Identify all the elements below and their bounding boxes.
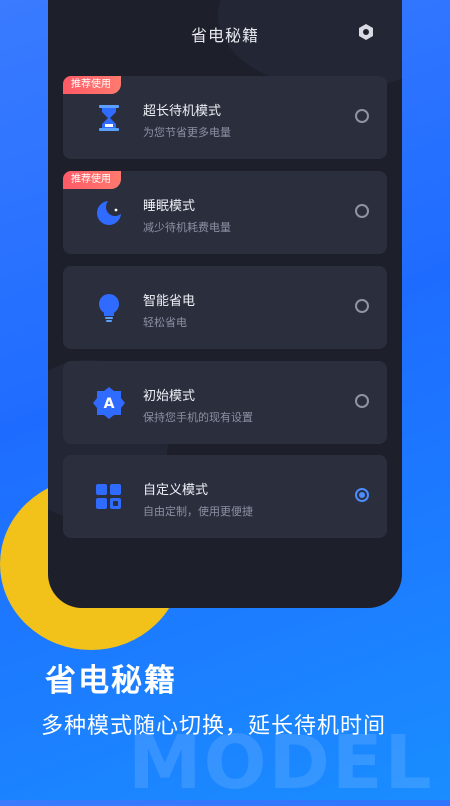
mode-subtitle: 轻松省电 bbox=[143, 316, 187, 329]
mode-card-custom[interactable]: 自定义模式 自由定制，使用更便捷 bbox=[63, 455, 387, 538]
recommend-badge: 推荐使用 bbox=[63, 171, 121, 189]
mode-radio[interactable] bbox=[355, 204, 369, 218]
settings-hexagon-icon[interactable] bbox=[356, 22, 376, 42]
mode-title: 智能省电 bbox=[143, 294, 196, 309]
letter-a-badge-icon: A bbox=[91, 385, 127, 421]
hourglass-icon bbox=[91, 100, 127, 136]
mode-card-sleep[interactable]: 推荐使用 睡眠模式 减少待机耗费电量 bbox=[63, 171, 387, 254]
lightbulb-icon bbox=[91, 290, 127, 326]
mode-radio[interactable] bbox=[355, 394, 369, 408]
mode-radio[interactable] bbox=[355, 299, 369, 313]
recommend-badge: 推荐使用 bbox=[63, 76, 121, 94]
mode-subtitle: 自由定制，使用更便捷 bbox=[143, 505, 253, 518]
page-title: 省电秘籍 bbox=[190, 26, 259, 45]
mode-card-initial[interactable]: A 初始模式 保持您手机的现有设置 bbox=[63, 361, 387, 444]
mode-subtitle: 为您节省更多电量 bbox=[143, 126, 231, 139]
mode-radio[interactable] bbox=[355, 109, 369, 123]
mode-title: 睡眠模式 bbox=[143, 199, 196, 214]
mode-subtitle: 保持您手机的现有设置 bbox=[143, 411, 253, 424]
mode-card-ultra-standby[interactable]: 推荐使用 超长待机模式 为您节省更多电量 bbox=[63, 76, 387, 159]
mode-title: 初始模式 bbox=[143, 389, 196, 404]
mode-title: 自定义模式 bbox=[143, 483, 209, 498]
svg-text:A: A bbox=[104, 396, 115, 412]
mode-title: 超长待机模式 bbox=[143, 104, 222, 119]
mode-subtitle: 减少待机耗费电量 bbox=[143, 221, 231, 234]
phone-screen: 省电秘籍 推荐使用 超长待机模式 为您节省更多电量 推荐使用 睡眠模式 减少待机… bbox=[48, 0, 402, 608]
promo-subtitle: 多种模式随心切换，延长待机时间 bbox=[41, 714, 387, 739]
promo-title: 省电秘籍 bbox=[45, 663, 177, 699]
moon-icon bbox=[91, 195, 127, 231]
mode-radio-selected[interactable] bbox=[355, 488, 369, 502]
mode-card-smart[interactable]: 智能省电 轻松省电 bbox=[63, 266, 387, 349]
grid-apps-icon bbox=[91, 479, 127, 515]
